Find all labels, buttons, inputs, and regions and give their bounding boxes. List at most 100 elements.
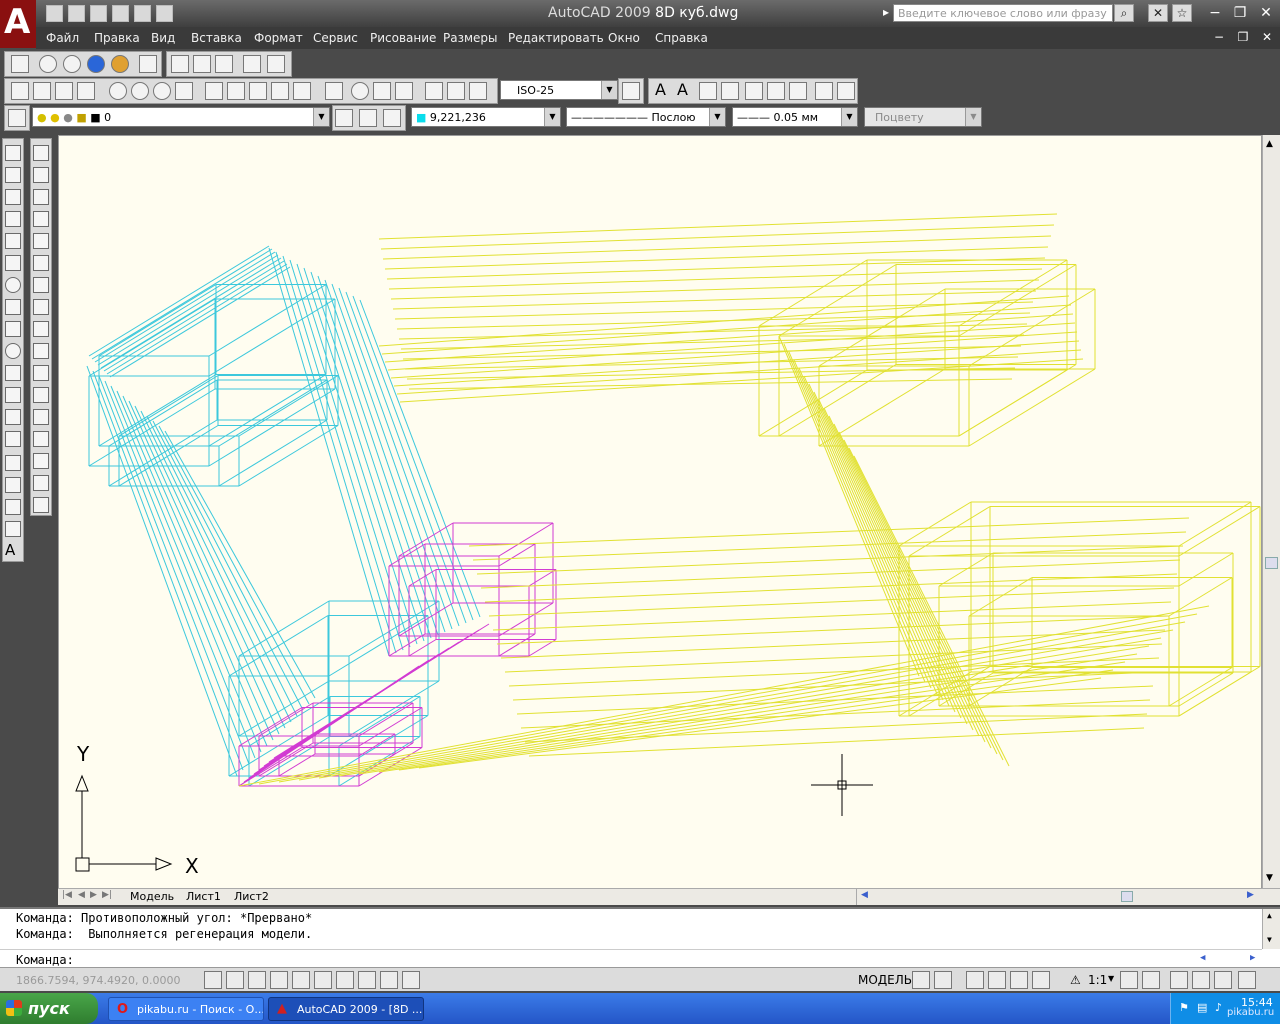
object-snap-icon[interactable]	[292, 971, 310, 989]
menu-insert[interactable]: Вставка	[191, 31, 242, 45]
quick-dim-icon[interactable]	[205, 82, 223, 100]
insert-block-icon[interactable]	[5, 387, 21, 403]
stretch-icon[interactable]	[33, 321, 49, 337]
dim-continue-icon[interactable]	[249, 82, 267, 100]
open-icon[interactable]	[68, 5, 85, 22]
center-mark-icon[interactable]	[351, 82, 369, 100]
polyline-icon[interactable]	[5, 189, 21, 205]
construction-line-icon[interactable]	[5, 167, 21, 183]
join-icon[interactable]	[33, 431, 49, 447]
scroll-up-icon[interactable]: ▲	[1266, 139, 1273, 149]
workspace-switching-icon[interactable]	[1170, 971, 1188, 989]
spell-check-icon[interactable]	[745, 82, 763, 100]
ortho-mode-icon[interactable]	[248, 971, 266, 989]
print-icon[interactable]	[112, 5, 129, 22]
menu-file[interactable]: Файл	[46, 31, 79, 45]
line-icon[interactable]	[5, 145, 21, 161]
dim-edit-icon[interactable]	[425, 82, 443, 100]
menu-tools[interactable]: Сервис	[313, 31, 358, 45]
trim-icon[interactable]	[33, 343, 49, 359]
lineweight-display-icon[interactable]	[380, 971, 398, 989]
hide-icon[interactable]	[39, 55, 57, 73]
table-icon[interactable]	[5, 521, 21, 537]
circle-icon[interactable]	[5, 277, 21, 293]
dim-baseline-icon[interactable]	[227, 82, 245, 100]
make-block-icon[interactable]	[5, 409, 21, 425]
menu-draw[interactable]: Рисование	[370, 31, 436, 45]
hatch-icon[interactable]	[5, 455, 21, 471]
vertical-scroll-thumb[interactable]	[1265, 557, 1278, 569]
menu-window[interactable]: Окно	[608, 31, 640, 45]
mirror-icon[interactable]	[33, 189, 49, 205]
offset-icon[interactable]	[33, 211, 49, 227]
horizontal-scrollbar[interactable]: ◀ ▶	[856, 889, 1262, 905]
toolbar-lock-icon[interactable]	[1192, 971, 1210, 989]
color-select[interactable]: ■ 9,221,236 ▼	[411, 107, 561, 127]
scroll-left-icon[interactable]: ◀	[1200, 953, 1205, 963]
fillet-icon[interactable]	[33, 475, 49, 491]
quick-view-layouts-icon[interactable]	[912, 971, 930, 989]
menu-modify[interactable]: Редактировать	[508, 31, 604, 45]
scroll-down-icon[interactable]: ▼	[1267, 935, 1272, 944]
dim-angular-icon[interactable]	[175, 82, 193, 100]
tab-layout1[interactable]: Лист1	[186, 890, 221, 903]
find-replace-icon[interactable]	[721, 82, 739, 100]
sheet-set-icon[interactable]	[243, 55, 261, 73]
region-icon[interactable]	[5, 499, 21, 515]
undo-icon[interactable]	[134, 5, 151, 22]
application-menu-button[interactable]: A	[0, 0, 36, 48]
view-icon[interactable]	[11, 55, 29, 73]
scroll-right-icon[interactable]: ▶	[1250, 953, 1255, 963]
edit-text-icon[interactable]	[699, 82, 717, 100]
drawing-canvas[interactable]: Y X	[58, 135, 1262, 889]
chamfer-icon[interactable]	[33, 453, 49, 469]
dim-break-icon[interactable]	[293, 82, 311, 100]
tab-layout2[interactable]: Лист2	[234, 890, 269, 903]
menu-edit[interactable]: Правка	[94, 31, 140, 45]
single-line-text-icon[interactable]: A	[677, 82, 695, 100]
copy-icon[interactable]	[33, 167, 49, 183]
layer-previous-icon[interactable]	[359, 109, 377, 127]
volume-icon[interactable]: ♪	[1215, 1001, 1222, 1014]
dim-diameter-icon[interactable]	[153, 82, 171, 100]
annotation-scale-icon[interactable]: ⚠	[1070, 973, 1081, 987]
tab-nav-next-icon[interactable]: ▶	[90, 890, 97, 900]
lineweight-select[interactable]: ——— 0.05 мм ▼	[732, 107, 858, 127]
tab-model[interactable]: Модель	[130, 890, 174, 903]
break-icon[interactable]	[33, 409, 49, 425]
steering-wheel-icon[interactable]	[1010, 971, 1028, 989]
snap-mode-icon[interactable]	[204, 971, 222, 989]
redo-icon[interactable]	[156, 5, 173, 22]
annotation-visibility-icon[interactable]	[1120, 971, 1138, 989]
materials-icon[interactable]	[139, 55, 157, 73]
ellipse-arc-icon[interactable]	[5, 365, 21, 381]
dimstyle-manager-icon[interactable]	[622, 82, 640, 100]
layer-states-icon[interactable]	[383, 109, 401, 127]
solid-box-icon[interactable]	[171, 55, 189, 73]
extend-icon[interactable]	[33, 365, 49, 381]
convert-space-icon[interactable]	[837, 82, 855, 100]
dynamic-input-icon[interactable]	[358, 971, 376, 989]
dim-update-icon[interactable]	[469, 82, 487, 100]
minimize-button[interactable]: −	[1203, 3, 1227, 23]
quick-properties-icon[interactable]	[402, 971, 420, 989]
point-icon[interactable]	[5, 431, 21, 447]
solid-wedge-icon[interactable]	[193, 55, 211, 73]
dim-jogged-icon[interactable]	[131, 82, 149, 100]
arc-icon[interactable]	[5, 255, 21, 271]
scroll-up-icon[interactable]: ▲	[1267, 911, 1272, 920]
revision-cloud-icon[interactable]	[5, 299, 21, 315]
dim-radius-icon[interactable]	[109, 82, 127, 100]
justify-text-icon[interactable]	[815, 82, 833, 100]
autoscale-icon[interactable]	[1142, 971, 1160, 989]
search-input[interactable]: Введите ключевое слово или фразу	[893, 4, 1113, 22]
gradient-icon[interactable]	[5, 477, 21, 493]
shade-icon[interactable]	[87, 55, 105, 73]
grid-display-icon[interactable]	[226, 971, 244, 989]
dynamic-ucs-icon[interactable]	[336, 971, 354, 989]
new-icon[interactable]	[46, 5, 63, 22]
dimstyle-select[interactable]: ISO-25 ▼	[500, 80, 618, 100]
doc-close-button[interactable]: ✕	[1258, 30, 1276, 46]
status-bar-menu-icon[interactable]	[1214, 971, 1232, 989]
rectangle-icon[interactable]	[5, 233, 21, 249]
